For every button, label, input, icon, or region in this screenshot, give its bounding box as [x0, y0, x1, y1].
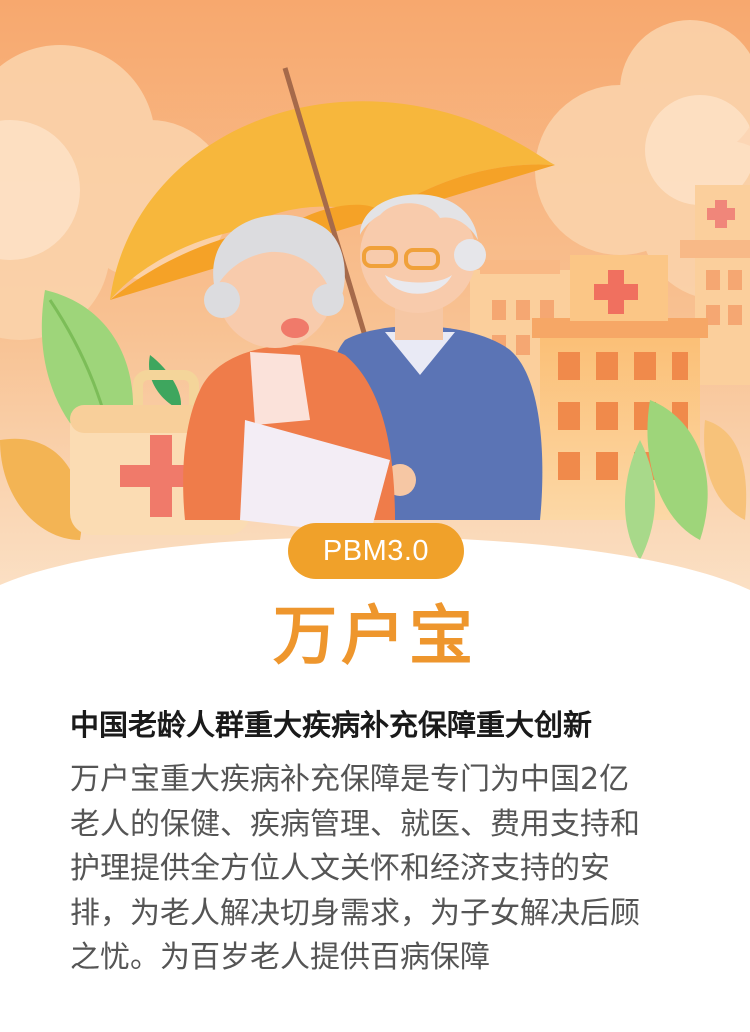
product-description: 万户宝重大疾病补充保障是专门为中国2亿 老人的保健、疾病管理、就医、费用支持和 … [70, 758, 685, 981]
description-line: 之忧。为百岁老人提供百病保障 [70, 940, 490, 975]
description-line: 万户宝重大疾病补充保障是专门为中国2亿 [70, 762, 630, 797]
description-line: 排，为老人解决切身需求，为子女解决后顾 [70, 895, 640, 931]
description-line: 老人的保健、疾病管理、就医、费用支持和 [70, 806, 640, 842]
product-page: PBM3.0 万户宝 中国老龄人群重大疾病补充保障重大创新 万户宝重大疾病补充保… [0, 0, 750, 1032]
version-badge: PBM3.0 [288, 523, 464, 579]
page-subtitle: 中国老龄人群重大疾病补充保障重大创新 [70, 708, 593, 742]
hero-illustration [0, 0, 750, 600]
description-line: 护理提供全方位人文关怀和经济支持的安 [70, 851, 610, 886]
page-title: 万户宝 [273, 600, 477, 674]
